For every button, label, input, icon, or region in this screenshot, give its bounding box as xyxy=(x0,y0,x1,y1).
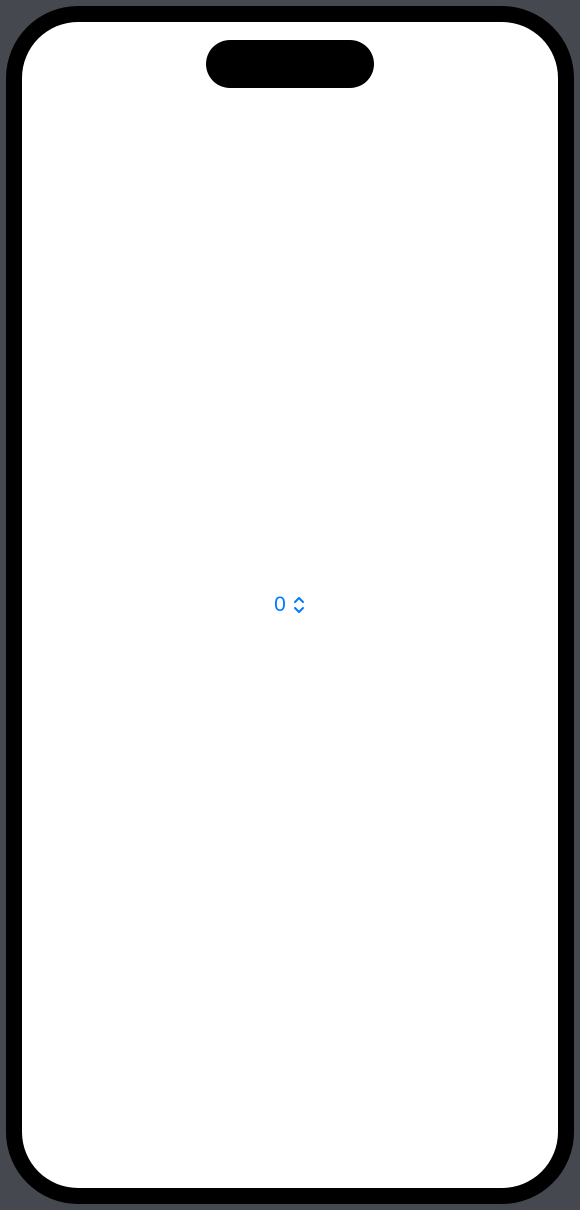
picker-value-label: 0 xyxy=(274,593,286,617)
number-picker[interactable]: 0 xyxy=(274,593,306,617)
content-area: 0 xyxy=(22,22,558,1188)
chevron-up-down-icon xyxy=(292,596,306,614)
dynamic-island xyxy=(206,40,374,88)
screen: 0 xyxy=(22,22,558,1188)
device-frame: 0 xyxy=(6,6,574,1204)
